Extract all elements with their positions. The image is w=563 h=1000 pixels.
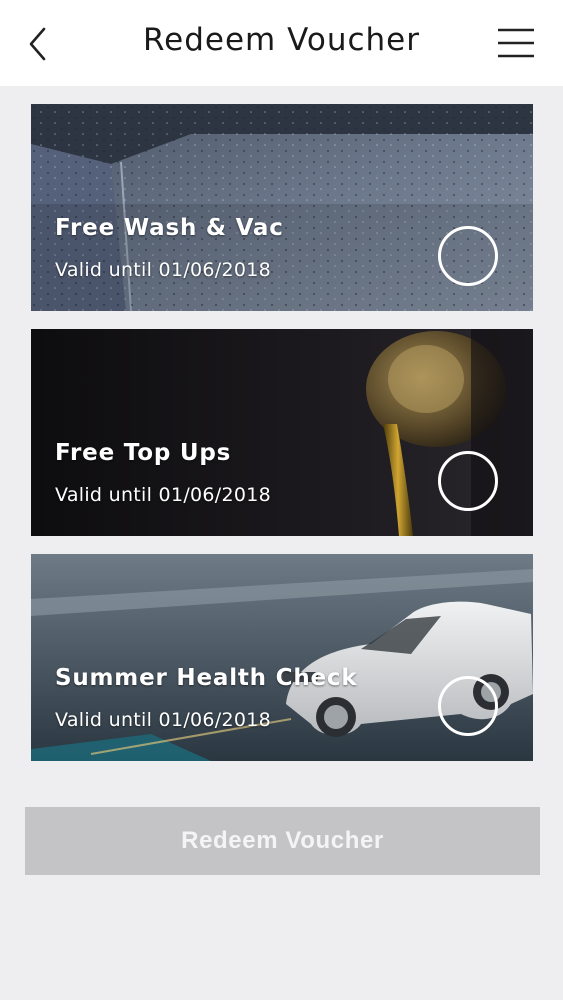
voucher-validity: Valid until 01/06/2018 — [55, 709, 272, 731]
voucher-select-radio[interactable] — [438, 676, 498, 736]
voucher-validity: Valid until 01/06/2018 — [55, 259, 272, 281]
hamburger-menu-icon — [498, 28, 534, 58]
voucher-card-health-check[interactable]: Summer Health Check Valid until 01/06/20… — [31, 554, 533, 761]
voucher-select-radio[interactable] — [438, 451, 498, 511]
voucher-card-wash[interactable]: Free Wash & Vac Valid until 01/06/2018 — [31, 104, 533, 311]
voucher-select-radio[interactable] — [438, 226, 498, 286]
voucher-title: Summer Health Check — [55, 665, 358, 691]
menu-button[interactable] — [496, 26, 536, 60]
redeem-voucher-button[interactable]: Redeem Voucher — [25, 807, 540, 875]
voucher-title: Free Wash & Vac — [55, 215, 284, 241]
page-title: Redeem Voucher — [142, 22, 420, 58]
voucher-title: Free Top Ups — [55, 440, 232, 466]
voucher-card-top-ups[interactable]: Free Top Ups Valid until 01/06/2018 — [31, 329, 533, 536]
voucher-validity: Valid until 01/06/2018 — [55, 484, 272, 506]
app-header: Redeem Voucher — [0, 0, 563, 86]
